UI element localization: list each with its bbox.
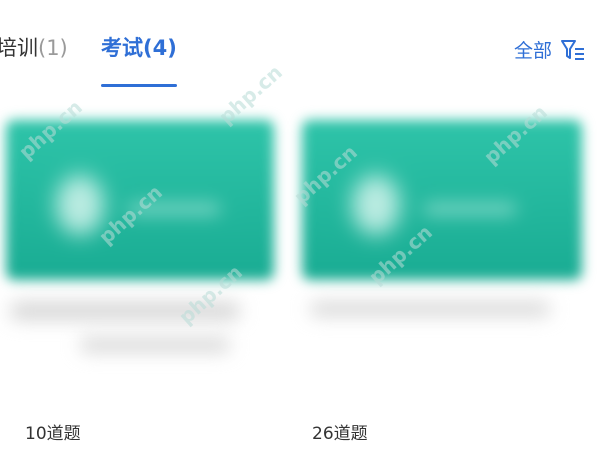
- tab-training-label: 培训: [0, 36, 38, 60]
- exam-card[interactable]: 26道题: [296, 112, 582, 444]
- tab-exam[interactable]: 考试(4): [101, 34, 177, 62]
- exam-cover-image: [302, 120, 582, 280]
- tab-exam-label: 考试(4): [101, 36, 177, 60]
- question-count: 10道题: [25, 424, 81, 444]
- filter-label: 全部: [513, 40, 552, 62]
- exam-title-blurred: [310, 302, 550, 316]
- tab-training[interactable]: 培训(1): [0, 34, 68, 62]
- exam-cover-image: [6, 120, 274, 280]
- question-count: 26道题: [312, 424, 368, 444]
- exam-subtitle-blurred: [80, 338, 230, 352]
- active-tab-indicator: [101, 84, 177, 87]
- filter-button[interactable]: 全部: [514, 38, 586, 64]
- exam-card[interactable]: 10道题: [0, 112, 285, 444]
- tab-training-count: (1): [38, 36, 68, 60]
- exam-title-blurred: [10, 302, 240, 320]
- cover-text: [128, 204, 220, 214]
- tab-bar: 培训(1) 考试(4) 全部: [0, 0, 600, 100]
- cover-text: [424, 204, 516, 214]
- filter-icon[interactable]: [560, 38, 586, 64]
- cover-logo: [352, 175, 400, 235]
- cover-logo: [56, 175, 104, 235]
